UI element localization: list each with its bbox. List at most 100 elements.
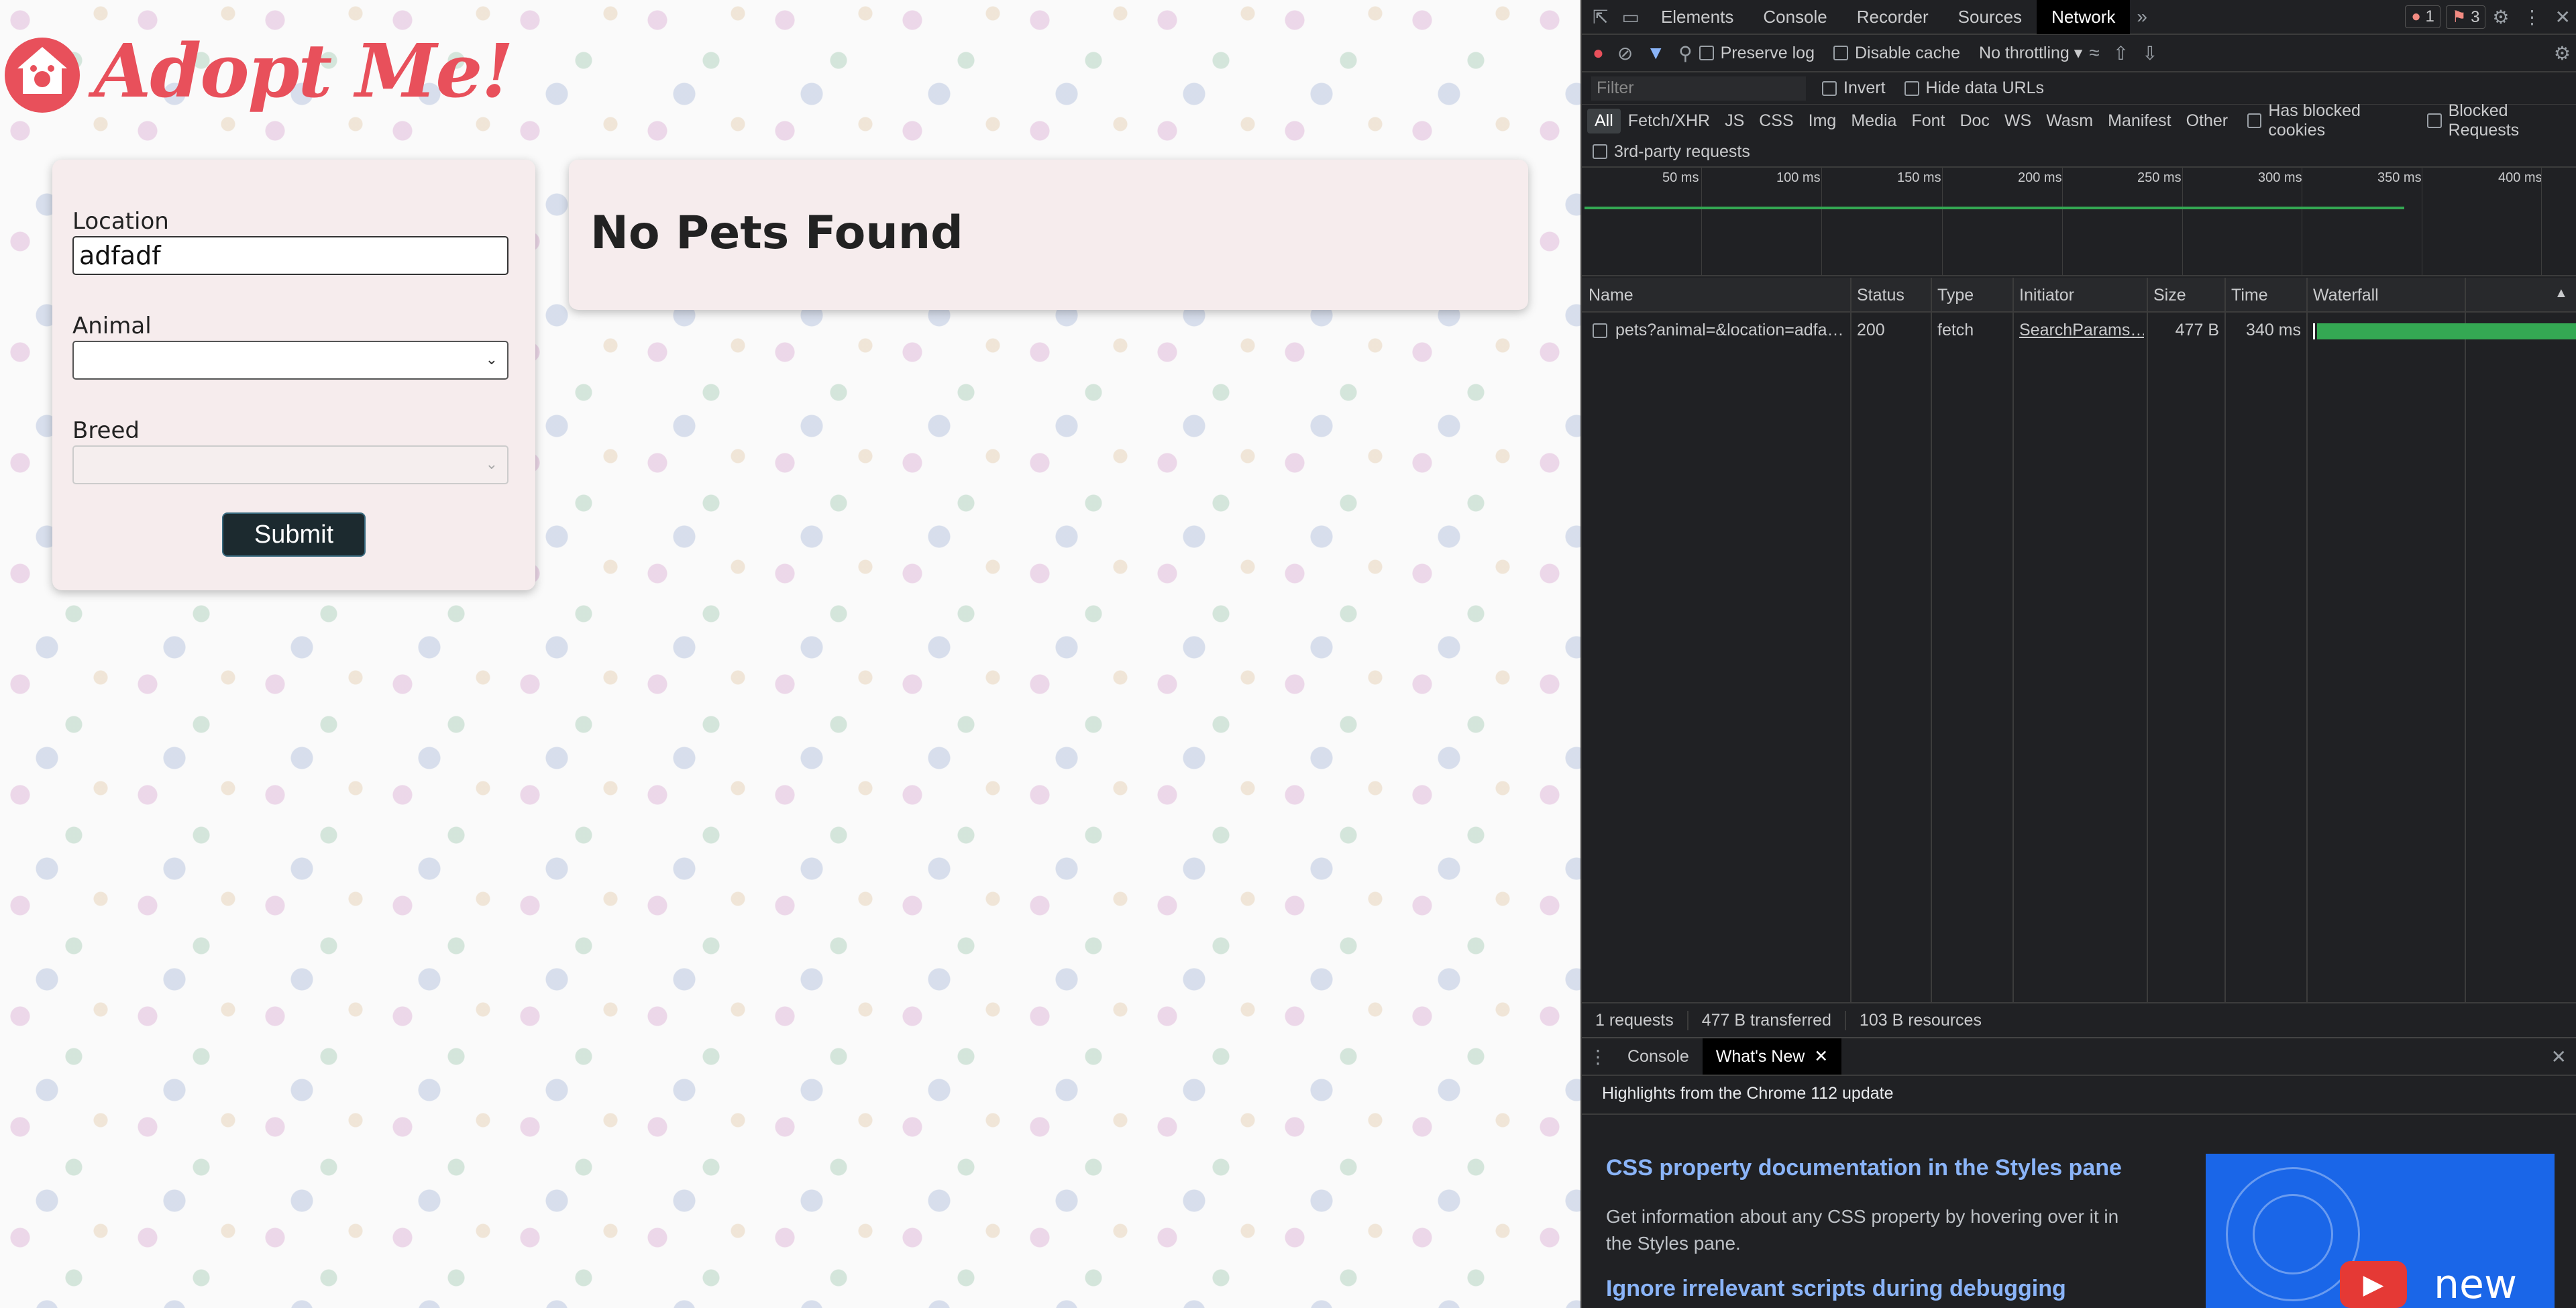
transferred-size: 477 B transferred: [1688, 1010, 1846, 1030]
drawer-tab-console[interactable]: Console: [1614, 1038, 1703, 1075]
type-filter-media[interactable]: Media: [1843, 109, 1904, 133]
breed-select: ⌄: [72, 445, 508, 484]
drawer-tab-whats-new[interactable]: What's New ✕: [1702, 1038, 1842, 1075]
resources-size: 103 B resources: [1859, 1010, 1982, 1030]
whats-new-subtitle: Highlights from the Chrome 112 update: [1602, 1084, 1894, 1103]
errors-badge[interactable]: ● 1: [2405, 5, 2440, 28]
network-conditions-icon[interactable]: ≈: [2089, 42, 2099, 64]
sort-ascending-icon: ▲: [2555, 286, 2568, 301]
network-settings-gear-icon[interactable]: ⚙: [2554, 42, 2571, 64]
preserve-log-checkbox[interactable]: Preserve log: [1699, 44, 1815, 63]
throttling-select[interactable]: No throttling ▾: [1979, 43, 2082, 63]
table-row[interactable]: pets?animal=&location=adfa… 200 fetch Se…: [1582, 314, 2576, 347]
invert-checkbox[interactable]: Invert: [1822, 78, 1886, 98]
inspect-element-icon[interactable]: ⇱: [1593, 6, 1608, 28]
type-filter-manifest[interactable]: Manifest: [2100, 109, 2178, 133]
checkbox-box: [2427, 113, 2442, 128]
type-filter-fetch-xhr[interactable]: Fetch/XHR: [1621, 109, 1717, 133]
checkbox-box: [1833, 46, 1848, 60]
device-toolbar-icon[interactable]: ▭: [1621, 6, 1639, 28]
column-divider: [1931, 278, 1932, 1002]
more-tabs-icon[interactable]: »: [2137, 6, 2147, 28]
request-type-icon: [1593, 323, 1607, 338]
network-overview-timeline[interactable]: 50 ms 100 ms 150 ms 200 ms 250 ms 300 ms…: [1582, 168, 2576, 276]
error-icon: ●: [2411, 7, 2421, 25]
filter-input[interactable]: Filter: [1591, 76, 1806, 101]
animal-select[interactable]: ⌄: [72, 341, 508, 380]
request-initiator-link[interactable]: SearchParams…: [2019, 321, 2144, 340]
column-time[interactable]: Time: [2231, 286, 2268, 305]
requests-table-header: Name Status Type Initiator Size Time Wat…: [1582, 278, 2576, 313]
close-drawer-icon[interactable]: ✕: [2551, 1046, 2567, 1068]
column-size[interactable]: Size: [2153, 286, 2186, 305]
column-divider: [1850, 278, 1851, 1002]
column-status[interactable]: Status: [1857, 286, 1904, 305]
timeline-gridline: [1701, 168, 1702, 275]
blocked-requests-label: Blocked Requests: [2448, 101, 2520, 140]
play-video-icon: ▶: [2340, 1261, 2407, 1308]
drawer-tab-whats-new-label: What's New: [1715, 1046, 1805, 1066]
type-filter-doc[interactable]: Doc: [1952, 109, 1996, 133]
checkbox-box: [1699, 46, 1714, 60]
whats-new-item-link[interactable]: CSS property documentation in the Styles…: [1606, 1155, 2122, 1181]
preserve-log-label: Preserve log: [1720, 43, 1815, 62]
timeline-gridline: [2541, 168, 2542, 275]
hide-data-urls-checkbox[interactable]: Hide data URLs: [1904, 78, 2044, 98]
close-icon[interactable]: ✕: [2555, 6, 2571, 28]
filter-icon[interactable]: ▼: [1646, 42, 1665, 64]
tab-elements[interactable]: Elements: [1646, 0, 1748, 34]
tab-console[interactable]: Console: [1748, 0, 1841, 34]
devtools-tab-bar: ⇱ ▭ Elements Console Recorder Sources Ne…: [1582, 0, 2576, 35]
column-name[interactable]: Name: [1589, 286, 1633, 305]
timeline-tick: 100 ms: [1776, 170, 1821, 185]
type-filter-css[interactable]: CSS: [1752, 109, 1801, 133]
tab-network[interactable]: Network: [2037, 0, 2131, 34]
kebab-menu-icon[interactable]: ⋮: [2523, 6, 2542, 28]
resource-type-filters: All Fetch/XHR JS CSS Img Media Font Doc …: [1582, 101, 2576, 140]
search-icon[interactable]: ⚲: [1678, 42, 1693, 64]
errors-count: 1: [2425, 7, 2434, 25]
location-input[interactable]: adfadf: [72, 236, 508, 275]
disable-cache-checkbox[interactable]: Disable cache: [1833, 44, 1960, 63]
record-icon[interactable]: ●: [1593, 42, 1604, 64]
whats-new-item-link[interactable]: Ignore irrelevant scripts during debuggi…: [1606, 1276, 2066, 1302]
type-filter-img[interactable]: Img: [1801, 109, 1844, 133]
close-tab-icon[interactable]: ✕: [1814, 1046, 1828, 1067]
type-filter-ws[interactable]: WS: [1997, 109, 2039, 133]
import-har-icon[interactable]: ⇧: [2113, 42, 2129, 64]
drawer-menu-icon[interactable]: ⋮: [1589, 1046, 1607, 1068]
submit-button[interactable]: Submit: [222, 512, 366, 557]
chevron-down-icon: ⌄: [485, 351, 498, 368]
third-party-checkbox[interactable]: 3rd-party requests: [1593, 142, 1750, 162]
type-filter-js[interactable]: JS: [1717, 109, 1752, 133]
clear-icon[interactable]: ⊘: [1617, 42, 1633, 64]
blocked-requests-checkbox[interactable]: Blocked Requests: [2427, 101, 2576, 140]
adopt-me-logo[interactable]: Adopt Me!: [0, 27, 514, 114]
chevron-down-icon: ⌄: [485, 456, 498, 473]
type-filter-all[interactable]: All: [1587, 108, 1621, 133]
thumbnail-text: new: [2434, 1261, 2518, 1308]
search-form: Location adfadf Animal ⌄ Breed ⌄ Submit: [52, 160, 535, 590]
gear-icon[interactable]: ⚙: [2492, 6, 2509, 28]
tab-sources[interactable]: Sources: [1943, 0, 2037, 34]
whats-new-video-thumbnail[interactable]: ▶ new: [2206, 1154, 2555, 1308]
column-waterfall[interactable]: Waterfall: [2313, 286, 2379, 305]
column-type[interactable]: Type: [1937, 286, 1974, 305]
request-size: 477 B: [2175, 321, 2219, 339]
requests-count: 1 requests: [1582, 1010, 1688, 1030]
type-filter-wasm[interactable]: Wasm: [2039, 109, 2100, 133]
timeline-tick: 400 ms: [2498, 170, 2542, 185]
type-filter-other[interactable]: Other: [2179, 109, 2236, 133]
has-blocked-cookies-checkbox[interactable]: Has blocked cookies: [2247, 101, 2415, 140]
export-har-icon[interactable]: ⇩: [2142, 42, 2157, 64]
breed-field: Breed ⌄: [72, 417, 515, 484]
issues-badge[interactable]: ⚑ 3: [2445, 5, 2486, 29]
type-filter-font[interactable]: Font: [1904, 109, 1952, 133]
tab-recorder[interactable]: Recorder: [1842, 0, 1943, 34]
column-divider: [2147, 278, 2148, 1002]
column-divider: [2306, 278, 2308, 1002]
column-initiator[interactable]: Initiator: [2019, 286, 2074, 305]
disable-cache-label: Disable cache: [1854, 43, 1961, 62]
waterfall-queue-marker: [2313, 323, 2315, 339]
waterfall-bar: [2317, 323, 2576, 339]
